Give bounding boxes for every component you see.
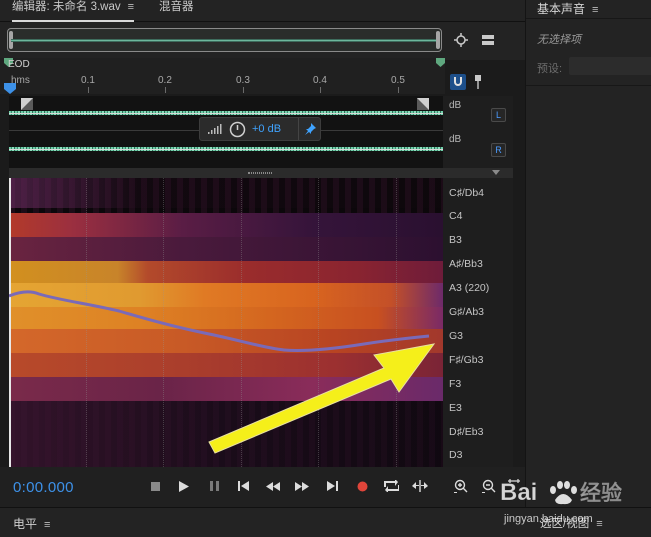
panel-divider [526,18,651,19]
record-button[interactable] [353,477,371,495]
pitch-label: G♯/Ab3 [449,306,485,318]
tick-mark [88,87,89,93]
amplitude-ruler: dB L dB R [443,96,513,174]
pitch-label: F♯/Gb3 [449,354,484,366]
play-button[interactable] [175,477,193,495]
zoom-out-amplitude-icon[interactable] [480,477,498,495]
gain-value[interactable]: +0 dB [252,123,281,135]
go-to-start-button[interactable] [234,477,252,495]
pitch-label: F3 [449,378,462,390]
preset-dropdown[interactable] [569,57,651,75]
tick-label: 0.1 [81,75,95,86]
fast-forward-button[interactable] [293,477,311,495]
panel-splitter[interactable] [9,168,513,178]
pause-button[interactable] [205,477,223,495]
baidu-jingyan-watermark: Bai 经验 jingyan.baidu.com [500,479,622,525]
tick-mark [243,87,244,93]
zoom-navigator-icon[interactable] [452,31,470,49]
tab-mixer[interactable]: 混音器 [159,0,194,22]
end-marker-icon[interactable] [436,58,445,67]
pin-hud-icon[interactable] [304,123,316,135]
pitch-label: C4 [449,210,463,222]
pitch-label: E3 [449,402,462,414]
eod-label: EOD [8,59,30,70]
no-selection-text: 无选择项 [537,34,581,46]
view-options-icon[interactable] [480,32,496,48]
skip-selection-button[interactable] [411,477,429,495]
rewind-button[interactable] [264,477,282,495]
pitch-label: A3 (220) [449,282,490,294]
levels-panel-tab[interactable]: 电平 ≡ [13,515,50,532]
editor-tab-bar: 编辑器: 未命名 3.wav ≡ 混音器 [0,0,525,22]
loop-playback-button[interactable] [382,477,400,495]
tab-mixer-label: 混音器 [159,1,194,13]
tick-mark [165,87,166,93]
snapping-magnet-icon[interactable] [450,74,466,90]
levels-panel-label: 电平 [13,517,38,531]
annotation-arrow-icon [208,343,436,454]
spectral-pitch-display[interactable] [9,178,443,467]
fade-in-handle-icon[interactable] [21,98,33,110]
tick-label: 0.2 [158,75,172,86]
pitch-label: C♯/Db4 [449,187,485,199]
pitch-label: A♯/Bb3 [449,258,483,270]
pitch-label: D♯/Eb3 [449,426,484,438]
pitch-curve [9,290,430,353]
tab-editor-menu-icon[interactable]: ≡ [128,1,134,13]
tab-editor[interactable]: 编辑器: 未命名 3.wav ≡ [12,0,135,22]
left-channel-toggle[interactable]: L [491,108,506,122]
pitch-label: G3 [449,330,464,342]
panel-divider [526,85,651,86]
right-channel-centerline [9,149,443,150]
transport-bar: 0:00.000 [0,467,525,507]
svg-text:经验: 经验 [580,481,622,505]
zoom-in-amplitude-icon[interactable] [452,477,470,495]
gain-hud[interactable]: +0 dB [199,117,321,141]
essential-sound-menu-icon[interactable]: ≡ [592,4,598,16]
overview-strip [0,22,525,60]
pitch-label: D3 [449,449,463,461]
levels-menu-icon[interactable]: ≡ [44,519,50,531]
stop-button[interactable] [146,477,164,495]
splitter-grip-icon[interactable] [248,172,272,174]
tick-label: 0.3 [236,75,250,86]
hud-divider [298,118,299,140]
playhead-icon[interactable] [4,83,16,94]
tick-label: 0.5 [391,75,405,86]
pitch-curve-overlay [9,290,436,454]
pitch-scale: C♯/Db4 C4 B3 A♯/Bb3 A3 (220) G♯/Ab3 G3 F… [443,178,513,467]
timeline-ruler[interactable]: EOD hms 0.1 0.2 0.3 0.4 0.5 [0,58,445,94]
preset-label: 预设: [537,63,563,75]
overview-navigator[interactable] [7,28,442,52]
tick-label: 0.4 [313,75,327,86]
svg-text:Bai: Bai [500,479,537,506]
right-channel-toggle[interactable]: R [491,143,506,157]
essential-sound-tab[interactable]: 基本声音 ≡ [537,0,598,17]
tab-editor-label: 编辑器: 未命名 3.wav [12,1,121,13]
gain-knob-icon[interactable] [229,121,246,138]
overview-right-handle[interactable] [436,31,440,49]
pin-icon[interactable] [471,74,485,90]
level-meter-icon [208,124,222,134]
collapse-arrow-icon[interactable] [492,170,500,176]
essential-sound-panel: 基本声音 ≡ 无选择项 预设: [525,0,651,507]
db-label-left: dB [449,100,462,111]
fade-out-handle-icon[interactable] [417,98,429,110]
tick-mark [398,87,399,93]
left-channel-centerline [9,113,443,114]
waveform-display[interactable]: +0 dB [9,96,443,168]
db-label-right: dB [449,134,462,145]
current-time-display[interactable]: 0:00.000 [13,479,74,496]
overview-waveform [11,40,438,41]
svg-text:jingyan.baidu.com: jingyan.baidu.com [503,513,593,525]
essential-sound-title: 基本声音 [537,2,586,16]
go-to-end-button[interactable] [323,477,341,495]
pitch-label: B3 [449,234,462,246]
tick-mark [320,87,321,93]
